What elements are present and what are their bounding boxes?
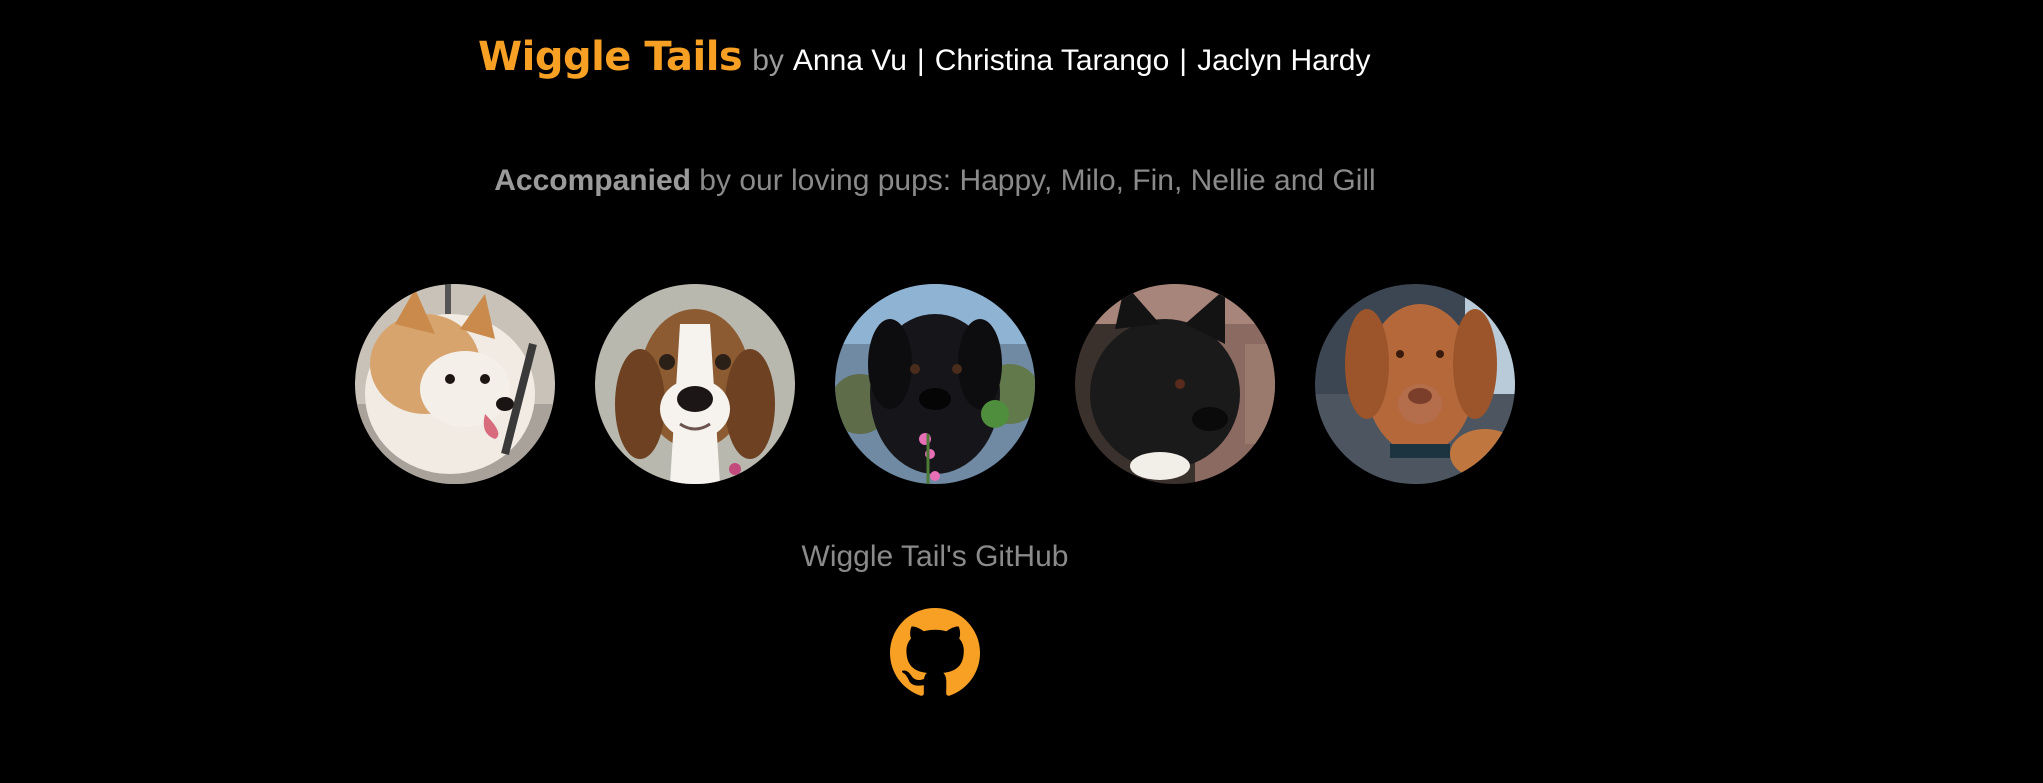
- by-label: by: [752, 44, 784, 77]
- pup-photo-gill: [1315, 284, 1515, 484]
- github-label: Wiggle Tail's GitHub: [801, 540, 1069, 573]
- author-anna-vu: Anna Vu: [792, 44, 907, 77]
- accompanied-rest: by our loving pups: Happy, Milo, Fin, Ne…: [690, 164, 1376, 197]
- accompanied-strong: Accompanied: [494, 164, 691, 197]
- header-byline: Wiggle Tails by Anna Vu | Christina Tara…: [478, 34, 1370, 94]
- authors-list: Anna Vu | Christina Tarango | Jaclyn Har…: [784, 44, 1371, 78]
- pup-photo-milo: [595, 284, 795, 484]
- brand-title: Wiggle Tails: [478, 34, 743, 80]
- github-icon[interactable]: [890, 608, 980, 698]
- author-separator: |: [1179, 44, 1188, 77]
- pup-photo-fin: [835, 284, 1035, 484]
- author-christina-tarango: Christina Tarango: [934, 44, 1170, 77]
- accompanied-text: Accompanied by our loving pups: Happy, M…: [0, 164, 1870, 198]
- pup-photo-happy: [355, 284, 555, 484]
- page: Wiggle Tails by Anna Vu | Christina Tara…: [0, 0, 2043, 783]
- github-icon-graphic: [890, 608, 980, 696]
- author-jaclyn-hardy: Jaclyn Hardy: [1197, 44, 1371, 77]
- pup-photo-nellie: [1075, 284, 1275, 484]
- pup-photos: [355, 284, 1515, 484]
- author-separator: |: [916, 44, 925, 77]
